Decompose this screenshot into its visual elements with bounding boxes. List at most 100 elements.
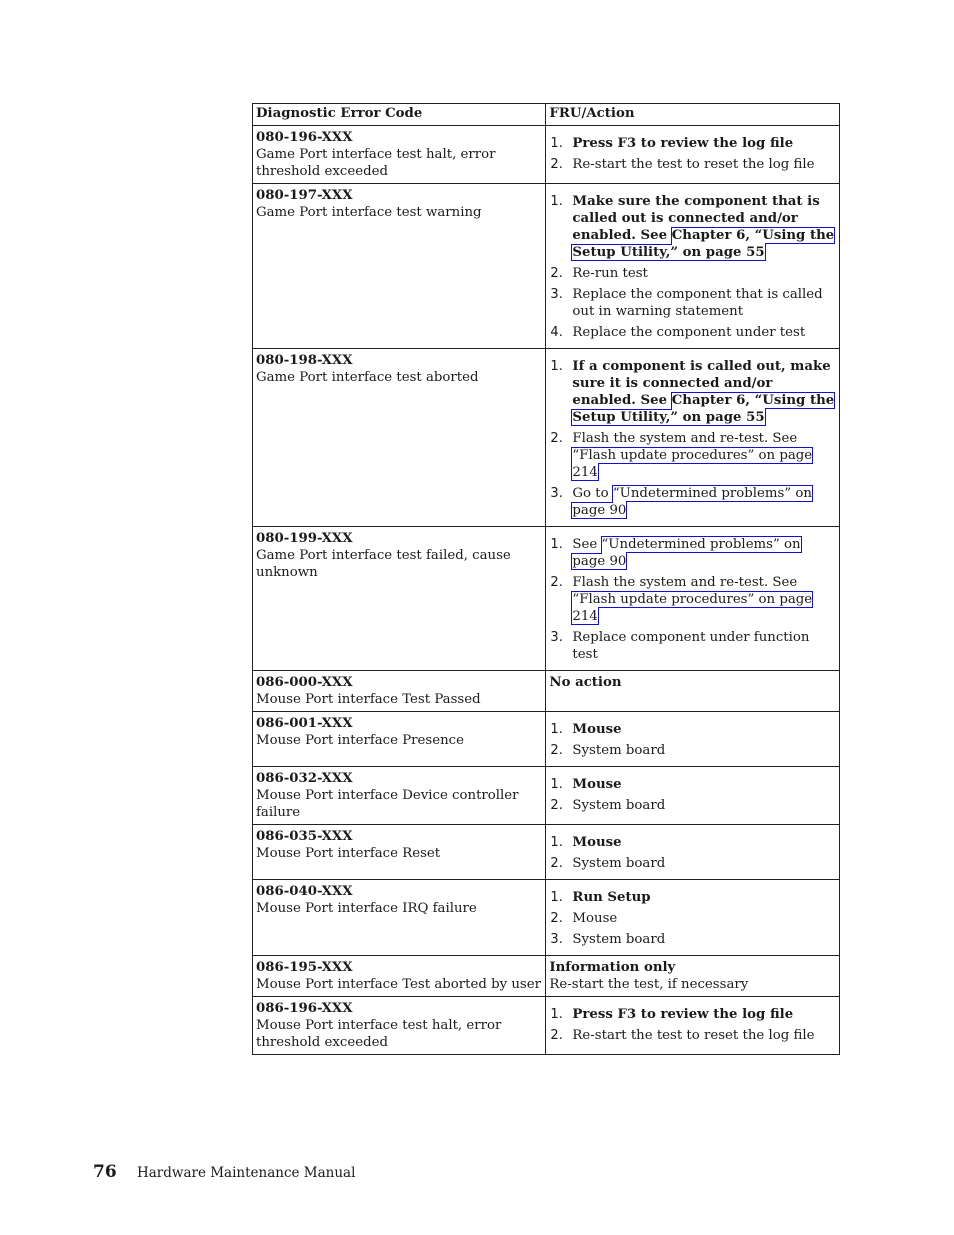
table-row: 086-001-XXX Mouse Port interface Presence… <box>251 711 840 767</box>
action-item: 2. System board <box>549 855 836 872</box>
action-list: 1. Make sure the component that is called… <box>549 193 836 341</box>
action-number: 2. <box>550 1028 563 1043</box>
action-item: 1. See “Undetermined problems” on page 90 <box>549 536 836 570</box>
action-text: Re-start the test, if necessary <box>549 977 749 992</box>
table-row: 080-199-XXX Game Port interface test fail… <box>251 526 840 671</box>
action-number: 3. <box>550 287 563 302</box>
action-text: Flash the system and re-test. See <box>572 575 798 590</box>
action-text: Mouse <box>572 777 622 792</box>
action-item: 2. Re-start the test to reset the log fil… <box>549 156 836 173</box>
error-description: Game Port interface test warning <box>256 205 482 220</box>
action-text: Mouse <box>572 911 618 926</box>
action-text: Replace the component that is called out… <box>572 287 823 319</box>
action-list: 1. Mouse 2. System board <box>549 776 836 814</box>
page-number: 76 <box>93 1162 117 1182</box>
error-code: 080-199-XXX <box>256 531 353 546</box>
action-item: 2. Flash the system and re-test. See “Fla… <box>549 430 836 481</box>
error-description: Mouse Port interface Reset <box>256 846 441 861</box>
error-code: 086-195-XXX <box>256 960 353 975</box>
error-code: 086-001-XXX <box>256 716 353 731</box>
error-code-cell: 086-001-XXX Mouse Port interface Presence <box>251 711 547 767</box>
action-number: 4. <box>550 325 563 340</box>
action-number: 3. <box>550 486 563 501</box>
action-text: Replace the component under test <box>572 325 806 340</box>
action-number: 1. <box>550 722 563 737</box>
action-text: System board <box>572 743 666 758</box>
action-text: System board <box>572 798 666 813</box>
header-error-code: Diagnostic Error Code <box>251 103 547 126</box>
action-text: System board <box>572 856 666 871</box>
action-number: 1. <box>550 136 563 151</box>
fru-action-cell: 1. Mouse 2. System board <box>545 766 840 825</box>
error-description: Mouse Port interface Presence <box>256 733 464 748</box>
table-row: 080-196-XXX Game Port interface test halt… <box>251 125 840 184</box>
error-code-cell: 080-196-XXX Game Port interface test halt… <box>251 125 547 184</box>
action-number: 2. <box>550 911 563 926</box>
action-number: 2. <box>550 157 563 172</box>
action-text: Press F3 to review the log file <box>572 1007 794 1022</box>
action-number: 1. <box>550 835 563 850</box>
page-footer: 76 Hardware Maintenance Manual <box>93 1162 355 1182</box>
cross-reference-link[interactable]: “Flash update procedures” on page 214 <box>571 447 814 481</box>
action-item: 1. Mouse <box>549 721 836 738</box>
action-item: 1. Run Setup <box>549 889 836 906</box>
action-list: 1. See “Undetermined problems” on page 90… <box>549 536 836 663</box>
action-text: Re-start the test to reset the log file <box>572 157 815 172</box>
error-description: Game Port interface test halt, error thr… <box>256 147 496 179</box>
table-row: 080-197-XXX Game Port interface test warn… <box>251 183 840 349</box>
action-number: 1. <box>550 890 563 905</box>
action-number: 2. <box>550 575 563 590</box>
fru-action-cell: 1. If a component is called out, make sur… <box>545 348 840 527</box>
action-number: 2. <box>550 431 563 446</box>
action-text: Re-run test <box>572 266 648 281</box>
action-list: 1. Press F3 to review the log file 2. Re-st… <box>549 135 836 173</box>
error-description: Mouse Port interface Test Passed <box>256 692 481 707</box>
fru-action-cell: 1. Press F3 to review the log file 2. Re-st… <box>545 996 840 1055</box>
error-code-cell: 080-197-XXX Game Port interface test warn… <box>251 183 547 349</box>
table-row: 086-032-XXX Mouse Port interface Device c… <box>251 766 840 825</box>
action-number: 1. <box>550 537 563 552</box>
error-code-cell: 086-195-XXX Mouse Port interface Test abo… <box>251 955 547 997</box>
action-number: 3. <box>550 630 563 645</box>
error-code-cell: 080-199-XXX Game Port interface test fail… <box>251 526 547 671</box>
error-code: 086-032-XXX <box>256 771 353 786</box>
action-text: Flash the system and re-test. See <box>572 431 798 446</box>
error-code-cell: 086-000-XXX Mouse Port interface Test Pas… <box>251 670 547 712</box>
error-code: 080-196-XXX <box>256 130 353 145</box>
action-text: Replace component under function test <box>572 630 810 662</box>
action-item: 4. Replace the component under test <box>549 324 836 341</box>
action-item: 2. Re-run test <box>549 265 836 282</box>
table-row: 086-000-XXX Mouse Port interface Test Pas… <box>251 670 840 712</box>
fru-action-cell: No action <box>545 670 840 712</box>
action-list: 1. Press F3 to review the log file 2. Re-st… <box>549 1006 836 1044</box>
cross-reference-link[interactable]: “Undetermined problems” on page 90 <box>571 536 802 570</box>
action-item: 2. Re-start the test to reset the log fil… <box>549 1027 836 1044</box>
error-description: Mouse Port interface Test aborted by use… <box>256 977 541 992</box>
error-description: Game Port interface test aborted <box>256 370 479 385</box>
action-item: 1. If a component is called out, make sur… <box>549 358 836 426</box>
action-text: Mouse <box>572 835 622 850</box>
table-row: 086-196-XXX Mouse Port interface test hal… <box>251 996 840 1055</box>
header-fru-action: FRU/Action <box>545 103 840 126</box>
action-text: Mouse <box>572 722 622 737</box>
table-header-row: Diagnostic Error Code FRU/Action <box>251 103 840 126</box>
cross-reference-link[interactable]: “Flash update procedures” on page 214 <box>571 591 814 625</box>
fru-action-cell: 1. Mouse 2. System board <box>545 824 840 880</box>
error-description: Game Port interface test failed, cause u… <box>256 548 511 580</box>
action-text: Run Setup <box>572 890 651 905</box>
error-code: 086-035-XXX <box>256 829 353 844</box>
action-item: 1. Press F3 to review the log file <box>549 1006 836 1023</box>
action-item: 2. Flash the system and re-test. See “Fla… <box>549 574 836 625</box>
action-number: 2. <box>550 266 563 281</box>
action-list: 1. Mouse 2. System board <box>549 834 836 872</box>
action-number: 3. <box>550 932 563 947</box>
action-item: 1. Mouse <box>549 834 836 851</box>
table-row: 086-035-XXX Mouse Port interface Reset 1. M… <box>251 824 840 880</box>
action-item: 1. Make sure the component that is called… <box>549 193 836 261</box>
action-item: 3. Replace component under function test <box>549 629 836 663</box>
action-item: 3. Replace the component that is called o… <box>549 286 836 320</box>
error-code: 080-197-XXX <box>256 188 353 203</box>
action-heading: Information only <box>549 960 676 975</box>
error-code: 086-196-XXX <box>256 1001 353 1016</box>
error-code-cell: 086-196-XXX Mouse Port interface test hal… <box>251 996 547 1055</box>
